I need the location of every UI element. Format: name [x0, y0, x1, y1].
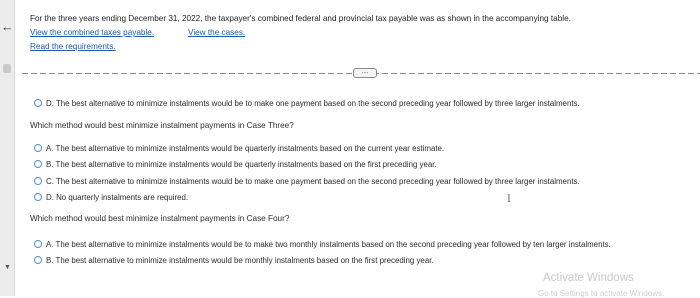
option-text: The best alternative to minimize instalm… [55, 160, 437, 169]
case-four-question: Which method would best minimize instalm… [30, 214, 290, 223]
option-letter: D. [46, 99, 54, 108]
option-letter: A. [46, 240, 54, 249]
option-text: The best alternative to minimize instalm… [55, 177, 580, 186]
option-text: The best alternative to minimize instalm… [55, 144, 445, 153]
option-letter: A. [46, 144, 54, 153]
radio-icon[interactable] [34, 160, 42, 168]
case4-option-a[interactable]: A. The best alternative to minimize inst… [34, 240, 611, 249]
case3-option-c[interactable]: C. The best alternative to minimize inst… [34, 177, 580, 186]
case3-option-b[interactable]: B. The best alternative to minimize inst… [34, 160, 437, 169]
option-text: The best alternative to minimize instalm… [55, 240, 611, 249]
back-arrow-icon[interactable]: ← [1, 20, 14, 33]
radio-icon[interactable] [34, 99, 42, 107]
case3-option-a[interactable]: A. The best alternative to minimize inst… [34, 144, 444, 153]
problem-intro: For the three years ending December 31, … [30, 14, 571, 23]
activate-windows-subtitle: Go to Settings to activate Windows. [538, 289, 665, 298]
activate-windows-watermark: Activate Windows [543, 272, 634, 284]
case-three-question: Which method would best minimize instalm… [30, 121, 294, 130]
read-requirements-link[interactable]: Read the requirements. [30, 42, 116, 51]
scroll-handle[interactable] [3, 64, 11, 73]
radio-icon[interactable] [34, 240, 42, 248]
radio-icon[interactable] [34, 193, 42, 201]
view-cases-link[interactable]: View the cases. [188, 28, 245, 37]
scroll-down-icon[interactable]: ▼ [4, 264, 11, 271]
prev-option-d[interactable]: D. The best alternative to minimize inst… [34, 99, 580, 108]
option-text: No quarterly instalments are required. [56, 193, 189, 202]
radio-icon[interactable] [34, 177, 42, 185]
case3-option-d[interactable]: D. No quarterly instalments are required… [34, 193, 188, 202]
expand-button[interactable]: .... [353, 68, 377, 78]
text-cursor-icon: I [507, 194, 511, 205]
view-combined-taxes-link[interactable]: View the combined taxes payable. [30, 28, 154, 37]
left-rail: ← ▼ [0, 0, 15, 296]
option-text: The best alternative to minimize instalm… [55, 256, 434, 265]
option-letter: C. [46, 177, 54, 186]
radio-icon[interactable] [34, 144, 42, 152]
case4-option-b[interactable]: B. The best alternative to minimize inst… [34, 256, 434, 265]
option-letter: D. [46, 193, 54, 202]
option-letter: B. [46, 256, 54, 265]
option-letter: B. [46, 160, 54, 169]
radio-icon[interactable] [34, 256, 42, 264]
option-text: The best alternative to minimize instalm… [55, 99, 580, 108]
